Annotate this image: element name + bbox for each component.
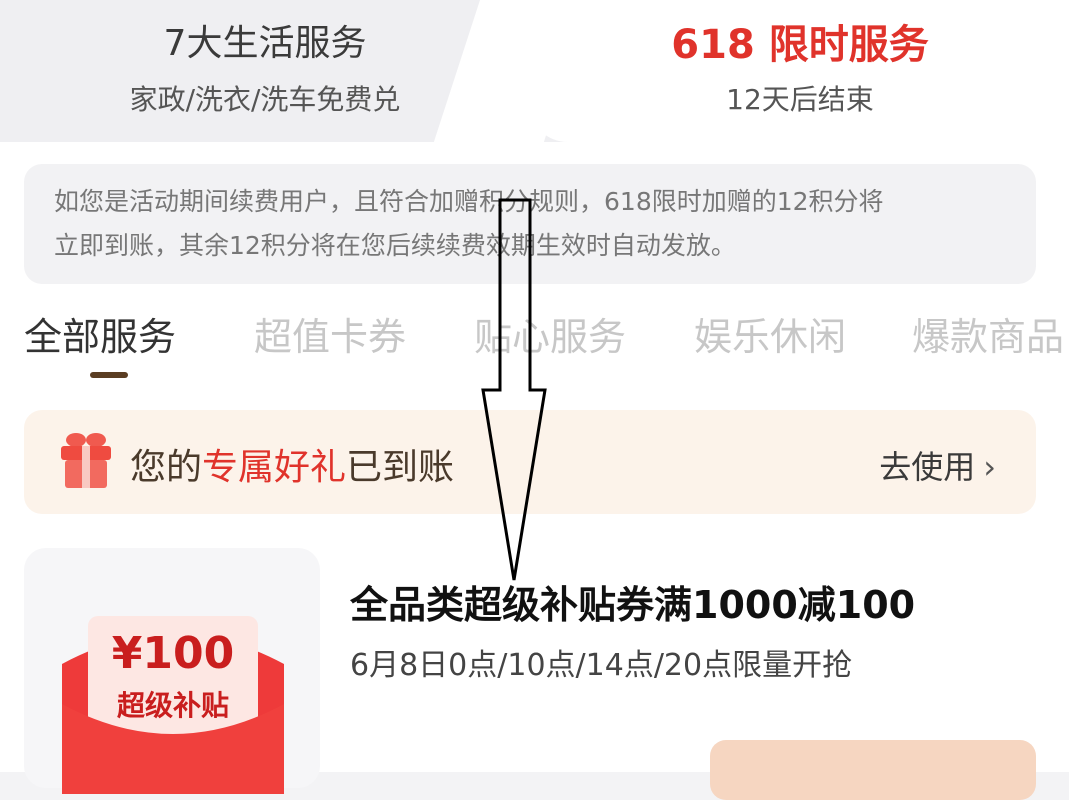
limited-service-title[interactable]: 618 限时服务 bbox=[640, 12, 960, 70]
gift-message: 您的专属好礼已到账 bbox=[130, 438, 454, 490]
tab-hot-products[interactable]: 爆款商品 bbox=[912, 306, 1064, 361]
view-details-button[interactable] bbox=[710, 740, 1036, 800]
limited-service-countdown: 12天后结束 bbox=[726, 83, 874, 116]
points-notice: 如您是活动期间续费用户，且符合加赠积分规则，618限时加赠的12积分将 立即到账… bbox=[24, 164, 1036, 284]
tab-value-coupons[interactable]: 超值卡券 bbox=[254, 306, 406, 361]
gift-message-suffix: 已到账 bbox=[346, 447, 455, 488]
active-tab-indicator bbox=[90, 372, 128, 378]
notice-line-2: 立即到账，其余12积分将在您后续续费效期生效时自动发放。 bbox=[54, 231, 736, 260]
gift-icon bbox=[61, 433, 111, 488]
life-services-title[interactable]: 7大生活服务 bbox=[95, 14, 435, 66]
tab-all-services[interactable]: 全部服务 bbox=[24, 306, 176, 361]
coupon-amount: ¥100 bbox=[111, 628, 235, 679]
tab-entertainment[interactable]: 娱乐休闲 bbox=[694, 306, 846, 361]
gift-message-prefix: 您的 bbox=[130, 447, 203, 488]
service-tabs: 全部服务 超值卡券 贴心服务 娱乐休闲 爆款商品 bbox=[0, 306, 1069, 378]
coupon-label: 超级补贴 bbox=[116, 689, 229, 722]
notice-line-1: 如您是活动期间续费用户，且符合加赠积分规则，618限时加赠的12积分将 bbox=[54, 187, 884, 216]
gift-message-highlight: 专属好礼 bbox=[202, 447, 347, 488]
use-gift-link[interactable]: 去使用 › bbox=[879, 442, 996, 488]
coupon-thumbnail[interactable]: ¥100 超级补贴 bbox=[24, 548, 320, 794]
offer-title[interactable]: 全品类超级补贴券满1000减100 bbox=[350, 574, 915, 629]
use-gift-label: 去使用 bbox=[879, 448, 976, 486]
gift-banner[interactable]: 您的专属好礼已到账 去使用 › bbox=[24, 410, 1036, 514]
chevron-right-icon: › bbox=[983, 448, 996, 486]
offer-schedule: 6月8日0点/10点/14点/20点限量开抢 bbox=[350, 648, 853, 683]
life-services-subtitle: 家政/洗衣/洗车免费兑 bbox=[129, 83, 401, 116]
tab-caring-services[interactable]: 贴心服务 bbox=[474, 306, 626, 361]
